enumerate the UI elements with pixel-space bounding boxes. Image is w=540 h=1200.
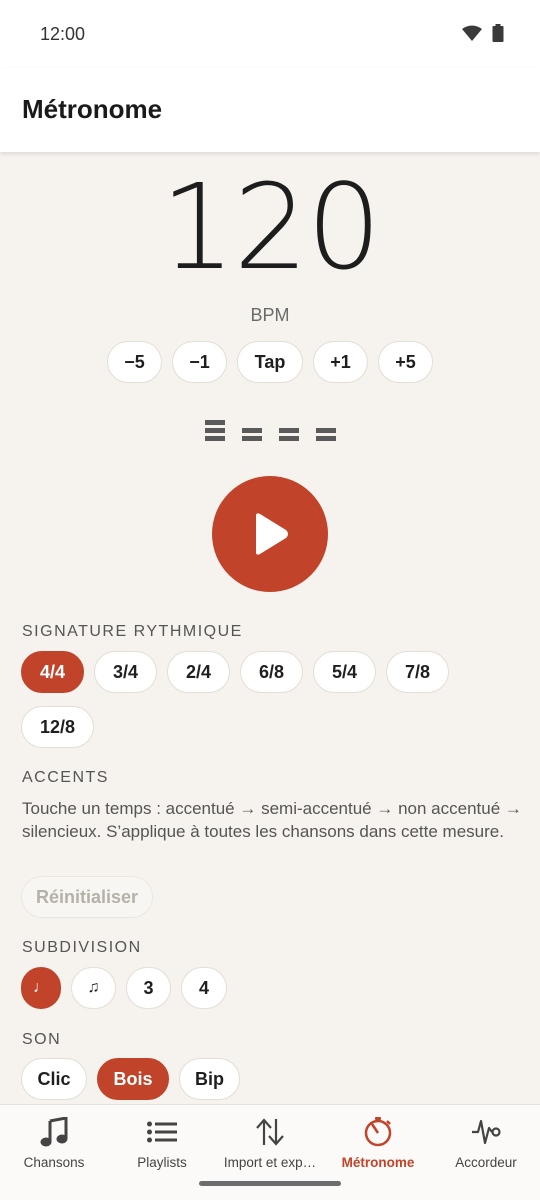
- status-time: 12:00: [40, 24, 86, 44]
- time-signature-12-8[interactable]: 12/8: [21, 706, 94, 748]
- beat-1-accented[interactable]: [205, 420, 225, 441]
- play-button[interactable]: [212, 476, 328, 592]
- time-signature-3-4[interactable]: 3/4: [94, 651, 157, 693]
- page-title: Métronome: [22, 94, 163, 124]
- home-indicator[interactable]: [199, 1181, 341, 1186]
- import-export-icon: [256, 1118, 284, 1146]
- reset-accents-button[interactable]: Réinitialiser: [21, 876, 153, 918]
- time-signature-title: SIGNATURE RYTHMIQUE: [22, 623, 243, 640]
- subdivision-title: SUBDIVISION: [22, 939, 142, 956]
- nav-item-songs[interactable]: Chansons: [0, 1105, 108, 1200]
- metronome-icon: [364, 1117, 392, 1147]
- bpm-value[interactable]: 120: [0, 168, 540, 286]
- sound-wood-button[interactable]: Bois: [97, 1058, 169, 1100]
- beat-4-semi-accented[interactable]: [316, 420, 336, 441]
- time-signature-5-4[interactable]: 5/4: [313, 651, 376, 693]
- time-signature-6-8[interactable]: 6/8: [240, 651, 303, 693]
- list-icon: [147, 1121, 177, 1143]
- bpm-unit-label: BPM: [250, 305, 290, 325]
- plus-1-button[interactable]: +1: [313, 341, 368, 383]
- status-bar: 12:00: [0, 0, 540, 68]
- accents-description: Touche un temps : accentué → semi-accent…: [22, 799, 522, 841]
- music-note-icon: [40, 1117, 68, 1147]
- nav-label-playlists: Playlists: [137, 1155, 187, 1170]
- nav-item-tuner[interactable]: Accordeur: [432, 1105, 540, 1200]
- tap-tempo-button[interactable]: Tap: [237, 341, 303, 383]
- nav-label-import-export: Import et exp…: [223, 1155, 317, 1170]
- accents-title: ACCENTS: [22, 769, 109, 786]
- time-signature-2-4[interactable]: 2/4: [167, 651, 230, 693]
- sound-title: SON: [22, 1031, 62, 1048]
- play-icon: [256, 513, 288, 555]
- beat-2-semi-accented[interactable]: [242, 420, 262, 441]
- minus-5-button[interactable]: −5: [107, 341, 162, 383]
- time-signature-7-8[interactable]: 7/8: [386, 651, 449, 693]
- tuner-icon: [472, 1119, 501, 1145]
- minus-1-button[interactable]: −1: [172, 341, 227, 383]
- nav-label-songs: Chansons: [23, 1155, 85, 1170]
- status-icons: [462, 24, 504, 42]
- sound-click-button[interactable]: Clic: [21, 1058, 87, 1100]
- app-bar: Métronome: [0, 68, 540, 152]
- nav-label-metronome: Métronome: [341, 1155, 415, 1170]
- beat-3-semi-accented[interactable]: [279, 420, 299, 441]
- plus-5-button[interactable]: +5: [378, 341, 433, 383]
- nav-item-metronome[interactable]: Métronome: [324, 1105, 432, 1200]
- subdivision-sixteenth[interactable]: 4: [181, 967, 227, 1009]
- time-signature-4-4[interactable]: 4/4: [21, 651, 84, 693]
- nav-label-tuner: Accordeur: [455, 1155, 517, 1170]
- subdivision-eighth[interactable]: ♫: [71, 967, 116, 1009]
- subdivision-triplet[interactable]: 3: [126, 967, 171, 1009]
- battery-icon: [492, 24, 504, 42]
- sound-beep-button[interactable]: Bip: [179, 1058, 240, 1100]
- subdivision-quarter[interactable]: ♩: [21, 967, 61, 1009]
- wifi-icon: [462, 25, 482, 41]
